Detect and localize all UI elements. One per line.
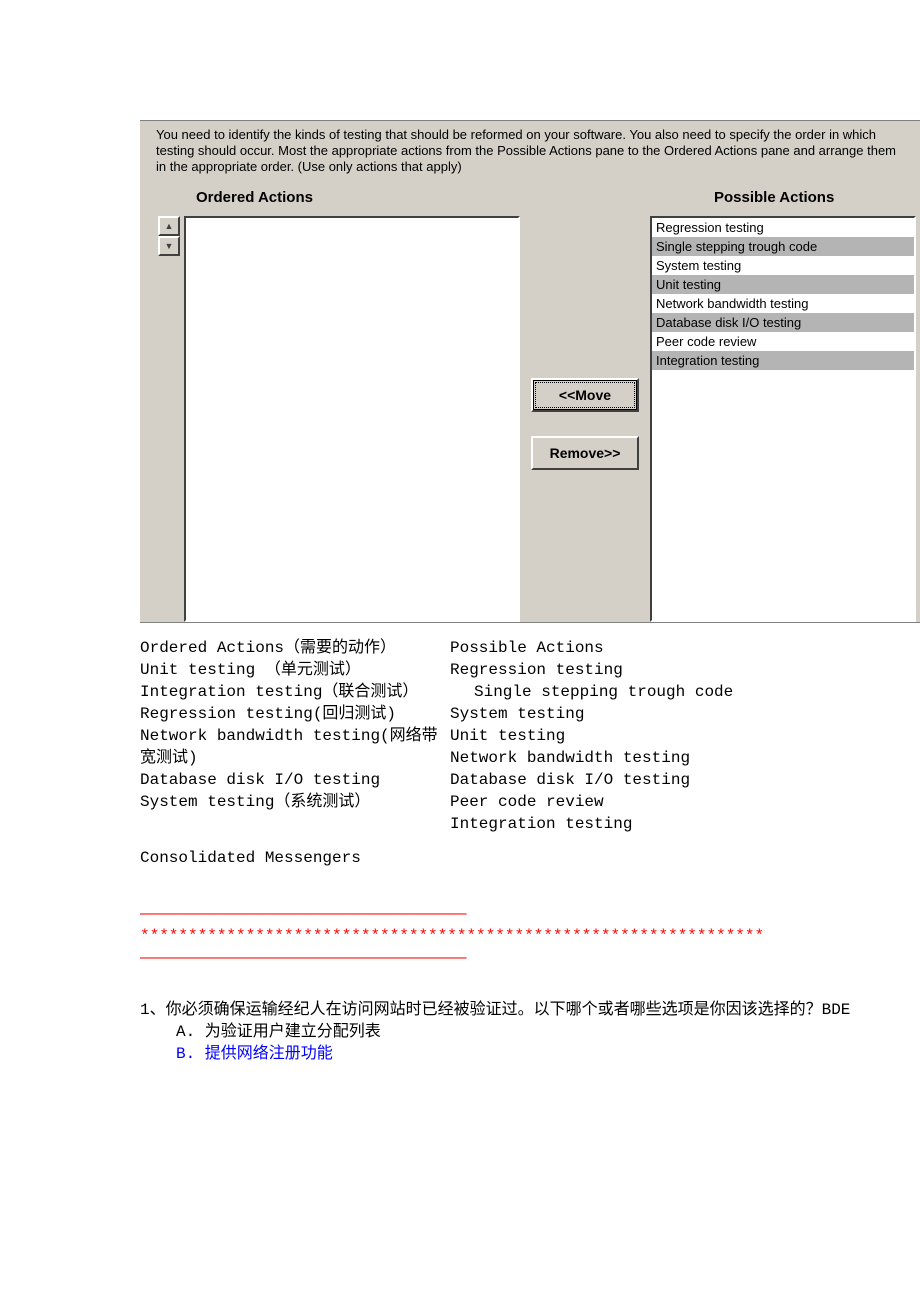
list-item[interactable]: Integration testing (652, 351, 914, 370)
text-line: System testing（系统测试） (140, 791, 450, 813)
list-item[interactable]: Database disk I/O testing (652, 313, 914, 332)
text-line: Integration testing（联合测试） (140, 681, 450, 703)
text-line: Regression testing(回归测试) (140, 703, 450, 725)
move-down-button[interactable]: ▼ (158, 236, 180, 256)
text-line: Unit testing （单元测试） (140, 659, 450, 681)
possible-actions-header: Possible Actions (594, 189, 834, 206)
list-item[interactable]: Unit testing (652, 275, 914, 294)
remove-button[interactable]: Remove>> (531, 436, 639, 470)
question-1-text: 1、你必须确保运输经纪人在访问网站时已经被验证过。以下哪个或者哪些选项是你因该选… (140, 969, 920, 1021)
text-line: Unit testing (450, 725, 920, 747)
list-item[interactable]: Network bandwidth testing (652, 294, 914, 313)
move-up-button[interactable]: ▲ (158, 216, 180, 236)
drag-drop-panel: You need to identify the kinds of testin… (140, 120, 920, 623)
ordered-actions-list[interactable] (184, 216, 520, 622)
move-button[interactable]: <<Move (531, 378, 639, 412)
reorder-arrows: ▲ ▼ (158, 216, 180, 256)
text-line: Network bandwidth testing (450, 747, 920, 769)
list-item[interactable]: Single stepping trough code (652, 237, 914, 256)
consolidated-text: Consolidated Messengers (140, 847, 920, 869)
ordered-actions-header: Ordered Actions (140, 189, 594, 206)
instruction-text: You need to identify the kinds of testin… (140, 121, 920, 185)
answer-ordered-column: Ordered Actions（需要的动作）Unit testing （单元测试… (140, 637, 450, 835)
text-line: Single stepping trough code (450, 681, 920, 703)
separator-dash-2: —————————————————————————————————— (140, 947, 920, 969)
option-a: A. 为验证用户建立分配列表 (140, 1021, 920, 1043)
option-b: B. 提供网络注册功能 (140, 1043, 920, 1065)
columns-header: Ordered Actions Possible Actions (140, 185, 920, 212)
text-line: Regression testing (450, 659, 920, 681)
text-line: Ordered Actions（需要的动作） (140, 637, 450, 659)
answer-possible-column: Possible ActionsRegression testingSingle… (450, 637, 920, 835)
separator-star: ****************************************… (140, 925, 920, 947)
text-line: Integration testing (450, 813, 920, 835)
text-line: Possible Actions (450, 637, 920, 659)
text-line: Peer code review (450, 791, 920, 813)
text-line: Network bandwidth testing(网络带宽测试) (140, 725, 450, 769)
text-line: Database disk I/O testing (140, 769, 450, 791)
possible-actions-list[interactable]: Regression testingSingle stepping trough… (650, 216, 916, 622)
list-item[interactable]: System testing (652, 256, 914, 275)
separator-dash-1: —————————————————————————————————— (140, 903, 920, 925)
text-line: Database disk I/O testing (450, 769, 920, 791)
text-line: System testing (450, 703, 920, 725)
list-item[interactable]: Regression testing (652, 218, 914, 237)
list-item[interactable]: Peer code review (652, 332, 914, 351)
